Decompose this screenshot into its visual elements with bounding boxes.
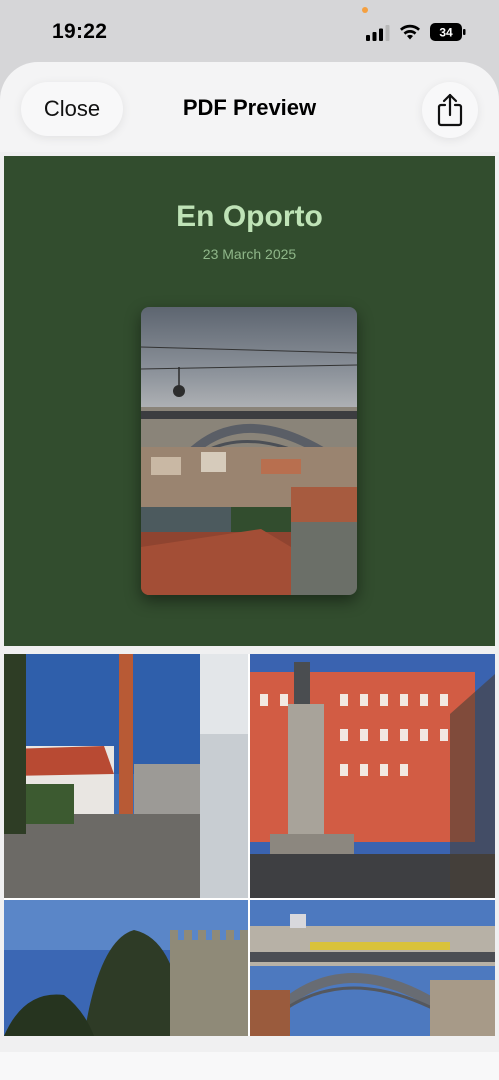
battery-icon: 34	[430, 23, 466, 41]
document-title: En Oporto	[176, 200, 323, 233]
grid-photo-bridge	[250, 900, 495, 1036]
grid-photo-statue	[250, 654, 495, 898]
grid-photo-tree-wall	[4, 900, 248, 1036]
status-time: 19:22	[52, 20, 108, 43]
battery-level: 34	[439, 26, 453, 40]
sheet-bottom	[0, 1052, 499, 1080]
cellular-signal-icon	[366, 25, 390, 41]
status-bar: 19:22 34	[0, 0, 499, 62]
pdf-preview-sheet: Close PDF Preview En Oporto 23 March 202…	[0, 62, 499, 1080]
grid-photo-chimney	[4, 654, 248, 898]
document-date: 23 March 2025	[202, 246, 297, 262]
wifi-icon	[400, 24, 420, 40]
pdf-document[interactable]: En Oporto 23 March 2025	[0, 152, 499, 1052]
navigation-bar: Close PDF Preview	[0, 62, 499, 152]
share-icon	[437, 93, 463, 127]
cover-photo	[141, 307, 357, 595]
pdf-photo-grid-page	[4, 654, 495, 1036]
pdf-cover-page: En Oporto 23 March 2025	[4, 156, 495, 646]
share-button[interactable]	[422, 82, 478, 138]
privacy-indicator-dot	[362, 7, 368, 13]
